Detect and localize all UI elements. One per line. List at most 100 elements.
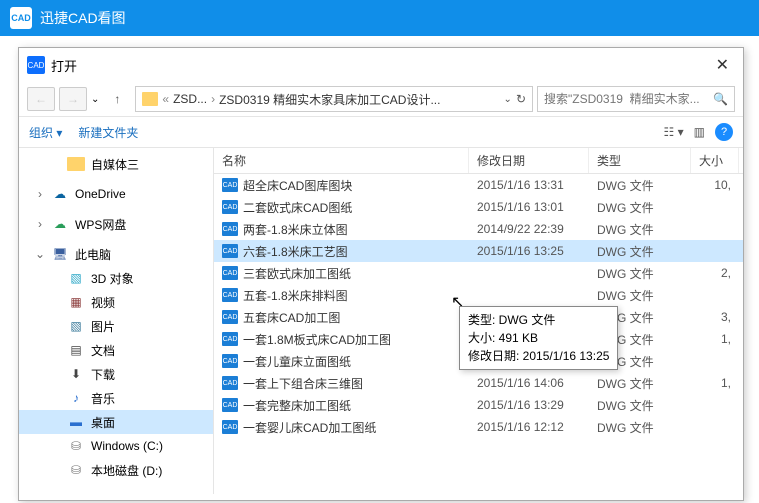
column-headers[interactable]: 名称 修改日期 类型 大小 — [214, 148, 743, 174]
sidebar-item-video[interactable]: ▦视频 — [19, 290, 213, 314]
col-date[interactable]: 修改日期 — [469, 148, 589, 173]
sidebar-item-desk[interactable]: ▬ 桌面 — [19, 410, 213, 434]
file-type: DWG 文件 — [589, 397, 691, 414]
refresh-button[interactable]: ↻ — [516, 92, 526, 106]
file-type: DWG 文件 — [589, 375, 691, 392]
dialog-icon: CAD — [27, 56, 45, 74]
file-name: 五套床CAD加工图 — [243, 309, 340, 326]
sidebar[interactable]: 自媒体三›☁OneDrive›☁WPS网盘⌄🖥此电脑▧3D 对象▦视频▧图片▤文… — [19, 148, 214, 494]
sidebar-item-label: 桌面 — [91, 414, 115, 431]
chevron-icon: › — [35, 217, 45, 231]
desk-icon: ▬ — [67, 414, 85, 430]
sidebar-item-label: 文档 — [91, 342, 115, 359]
search-box[interactable]: 🔍 — [537, 86, 735, 112]
up-button[interactable]: ↑ — [103, 87, 131, 111]
toolbar: 组织 ▾ 新建文件夹 ☷ ▾ ▥ ? — [19, 116, 743, 148]
organize-button[interactable]: 组织 ▾ — [29, 124, 62, 141]
sidebar-item-d3[interactable]: ▧ 3D 对象 — [19, 266, 213, 290]
breadcrumb[interactable]: « ZSD... › ZSD0319 精细实木家具床加工CAD设计... ⌄ ↻ — [135, 86, 533, 112]
file-date: 2015/1/16 13:01 — [469, 200, 589, 214]
sidebar-item-disk[interactable]: ⛁Windows (C:) — [19, 434, 213, 458]
sidebar-item-label: 3D 对象 — [91, 270, 134, 287]
sidebar-item-disk[interactable]: ⛁ 本地磁盘 (D:) — [19, 458, 213, 482]
dwg-icon: CAD — [222, 310, 238, 324]
file-date: 2015/1/16 14:06 — [469, 376, 589, 390]
nav-bar: ← → ⌄ ↑ « ZSD... › ZSD0319 精细实木家具床加工CAD设… — [19, 82, 743, 116]
sidebar-item-wps[interactable]: ›☁WPS网盘 — [19, 212, 213, 236]
chevron-right-icon: › — [211, 92, 215, 106]
file-row[interactable]: CAD五套-1.8米床排料图DWG 文件 — [214, 284, 743, 306]
breadcrumb-item[interactable]: ZSD0319 精细实木家具床加工CAD设计... — [219, 91, 440, 108]
music-icon: ♪ — [67, 390, 85, 406]
file-row[interactable]: CAD超全床CAD图库图块2015/1/16 13:31DWG 文件10, — [214, 174, 743, 196]
dialog-header: CAD 打开 ✕ — [19, 48, 743, 82]
col-type[interactable]: 类型 — [589, 148, 691, 173]
file-name: 一套1.8M板式床CAD加工图 — [243, 331, 391, 348]
file-row[interactable]: CAD三套欧式床加工图纸DWG 文件2, — [214, 262, 743, 284]
open-dialog: CAD 打开 ✕ ← → ⌄ ↑ « ZSD... › ZSD0319 精细实木… — [18, 47, 744, 501]
chevron-icon: ⌄ — [35, 247, 45, 261]
col-name[interactable]: 名称 — [214, 148, 469, 173]
tooltip-date: 修改日期: 2015/1/16 13:25 — [468, 347, 609, 365]
file-row[interactable]: CAD两套-1.8米床立体图2014/9/22 22:39DWG 文件 — [214, 218, 743, 240]
file-size: 1, — [691, 376, 743, 390]
tooltip-type: 类型: DWG 文件 — [468, 311, 609, 329]
path-dropdown[interactable]: ⌄ — [504, 94, 512, 105]
back-button[interactable]: ← — [27, 87, 55, 111]
file-row[interactable]: CAD六套-1.8米床工艺图2015/1/16 13:25DWG 文件 — [214, 240, 743, 262]
sidebar-item-label: 下载 — [91, 366, 115, 383]
sidebar-item-label: 本地磁盘 (D:) — [91, 462, 162, 479]
close-button[interactable]: ✕ — [710, 55, 735, 75]
file-name: 三套欧式床加工图纸 — [243, 265, 351, 282]
file-size: 10, — [691, 178, 743, 192]
pc-icon: 🖥 — [51, 246, 69, 262]
app-title-bar: CAD 迅捷CAD看图 — [0, 0, 759, 36]
disk-icon: ⛁ — [67, 462, 85, 478]
file-date: 2015/1/16 13:29 — [469, 398, 589, 412]
file-date: 2015/1/16 13:31 — [469, 178, 589, 192]
onedrive-icon: ☁ — [51, 186, 69, 202]
chevron-icon: › — [35, 187, 45, 201]
d3-icon: ▧ — [67, 270, 85, 286]
doc-icon: ▤ — [67, 342, 85, 358]
sidebar-item-doc[interactable]: ▤ 文档 — [19, 338, 213, 362]
dwg-icon: CAD — [222, 244, 238, 258]
file-type: DWG 文件 — [589, 287, 691, 304]
preview-pane-button[interactable]: ▥ — [694, 125, 705, 139]
sidebar-item-onedrive[interactable]: › ☁ OneDrive — [19, 182, 213, 206]
sidebar-item-music[interactable]: ♪音乐 — [19, 386, 213, 410]
file-size: 3, — [691, 310, 743, 324]
history-dropdown[interactable]: ⌄ — [91, 94, 99, 105]
col-size[interactable]: 大小 — [691, 148, 739, 173]
file-row[interactable]: CAD二套欧式床CAD图纸2015/1/16 13:01DWG 文件 — [214, 196, 743, 218]
new-folder-button[interactable]: 新建文件夹 — [78, 124, 138, 141]
sidebar-item-pc[interactable]: ⌄🖥此电脑 — [19, 242, 213, 266]
file-size: 1, — [691, 332, 743, 346]
app-title: 迅捷CAD看图 — [40, 8, 126, 28]
sidebar-item-label: 图片 — [91, 318, 115, 335]
file-type: DWG 文件 — [589, 243, 691, 260]
search-input[interactable] — [544, 92, 707, 106]
sidebar-item-label: Windows (C:) — [91, 439, 163, 453]
file-row[interactable]: CAD一套婴儿床CAD加工图纸2015/1/16 12:12DWG 文件 — [214, 416, 743, 438]
sidebar-item-pic[interactable]: ▧图片 — [19, 314, 213, 338]
breadcrumb-item[interactable]: ZSD... — [173, 92, 207, 106]
sidebar-item-folder[interactable]: 自媒体三 — [19, 152, 213, 176]
forward-button[interactable]: → — [59, 87, 87, 111]
file-name: 六套-1.8米床工艺图 — [243, 243, 348, 260]
tooltip: 类型: DWG 文件 大小: 491 KB 修改日期: 2015/1/16 13… — [459, 306, 618, 370]
file-row[interactable]: CAD一套上下组合床三维图2015/1/16 14:06DWG 文件1, — [214, 372, 743, 394]
video-icon: ▦ — [67, 294, 85, 310]
sidebar-item-label: OneDrive — [75, 187, 126, 201]
file-name: 超全床CAD图库图块 — [243, 177, 352, 194]
file-name: 一套婴儿床CAD加工图纸 — [243, 419, 376, 436]
view-mode-button[interactable]: ☷ ▾ — [664, 125, 684, 139]
dwg-icon: CAD — [222, 288, 238, 302]
search-icon[interactable]: 🔍 — [713, 92, 728, 106]
app-icon: CAD — [10, 7, 32, 29]
file-type: DWG 文件 — [589, 177, 691, 194]
sidebar-item-dl[interactable]: ⬇下载 — [19, 362, 213, 386]
file-name: 二套欧式床CAD图纸 — [243, 199, 352, 216]
file-row[interactable]: CAD一套完整床加工图纸2015/1/16 13:29DWG 文件 — [214, 394, 743, 416]
help-button[interactable]: ? — [715, 123, 733, 141]
